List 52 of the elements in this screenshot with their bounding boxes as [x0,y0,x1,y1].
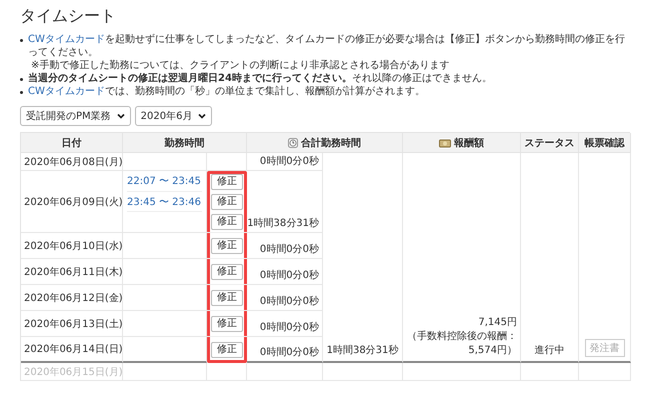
edit-button[interactable]: 修正 [211,174,243,190]
edit-button[interactable]: 修正 [211,214,243,230]
week-total-text: 1時間38分31秒 [326,344,398,357]
filter-select[interactable]: 2020年6月 [134,106,212,126]
note-text: CWタイムカードでは、勤務時間の「秒」の単位まで集計し、報酬額が計算がされます。 [28,85,425,98]
edit-button[interactable]: 修正 [211,194,243,210]
column-header: ステータス [521,133,579,153]
bullet-icon [20,39,23,42]
clock-icon [288,138,298,148]
reward-amount: 7,145円 [478,316,517,329]
page-title: タイムシート [20,6,117,27]
edit-button[interactable]: 修正 [211,238,243,254]
note-text: 当週分のタイムシートの修正は翌週月曜日24時までに行ってください。それ以降の修正はできません。 [28,72,492,85]
column-header: 日付 [21,133,123,153]
chevron-down-icon [116,113,125,119]
date-text: 2020年06月09日(火) [24,196,123,208]
timecard-link[interactable]: CWタイムカード [28,86,105,97]
time-range-link[interactable]: 23:45 〜 23:46 [127,194,201,208]
day-total-text: 0時間0分0秒 [260,268,319,282]
note-text: ※手動で修正した勤務については、クライアントの判断により非承認とされる場合があります [30,59,450,72]
edit-button[interactable]: 修正 [211,264,243,280]
edit-button[interactable]: 修正 [211,342,243,358]
day-total-text: 0時間0分0秒 [260,242,319,256]
column-header: 勤務時間 [123,133,247,153]
reward-note: （手数料控除後の報酬：5,574円） [406,330,517,357]
status-text: 進行中 [534,344,564,357]
day-total-text: 0時間0分0秒 [260,320,319,334]
edit-button[interactable]: 修正 [211,290,243,306]
day-total-text: 0時間0分0秒 [260,346,319,359]
timecard-link[interactable]: CWタイムカード [28,34,105,45]
date-text: 2020年06月08日(月) [24,156,123,168]
date-text: 2020年06月15日(月) [24,366,123,378]
day-total-text: 0時間0分0秒 [260,294,319,308]
date-text: 2020年06月11日(木) [24,266,123,278]
header-label: 報酬額 [454,136,484,150]
note-text: CWタイムカード を起動せずに仕事をしてしまったなど、タイムカードの修正が必要な場合は【修正】ボタンから勤務時間の修正を行ってください。 [28,33,626,59]
day-total-text: 1時間38分31秒 [247,216,319,230]
bullet-icon [20,78,23,81]
date-text: 2020年06月12日(金) [24,292,123,304]
bullet-icon [20,91,23,94]
date-text: 2020年06月14日(日) [24,343,123,356]
edit-button[interactable]: 修正 [211,316,243,332]
header-label: 合計勤務時間 [301,136,361,150]
table-cell [207,363,247,381]
filter-select[interactable]: 受託開発のPM業務 [20,106,131,126]
column-header: 帳票確認 [579,133,631,153]
date-text: 2020年06月13日(土) [24,318,123,330]
time-range-link[interactable]: 22:07 〜 23:45 [127,174,201,188]
date-text: 2020年06月10日(水) [24,240,123,252]
chevron-down-icon [198,113,206,119]
money-icon [439,138,451,148]
day-total-text: 0時間0分0秒 [260,154,319,168]
